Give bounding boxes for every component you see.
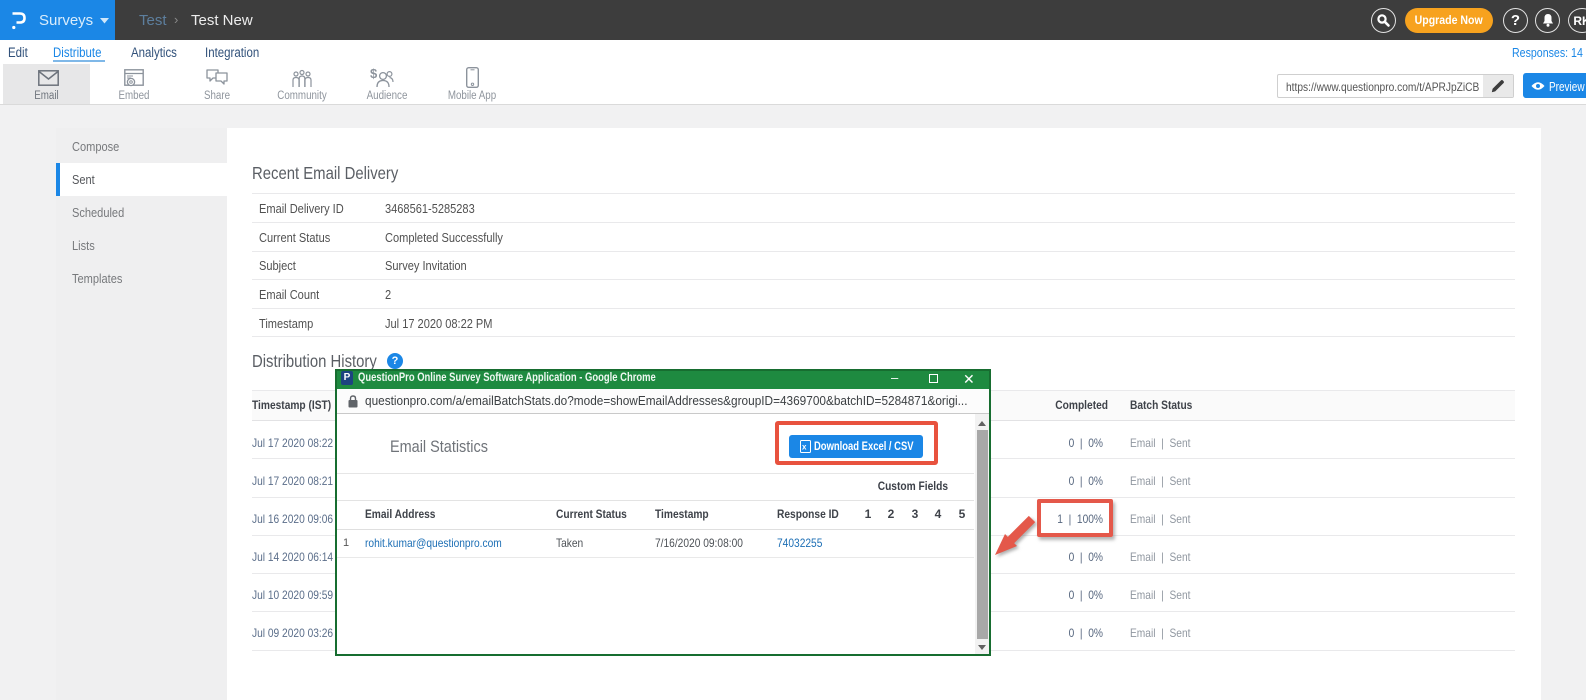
svg-text:$: $ [370,67,378,81]
